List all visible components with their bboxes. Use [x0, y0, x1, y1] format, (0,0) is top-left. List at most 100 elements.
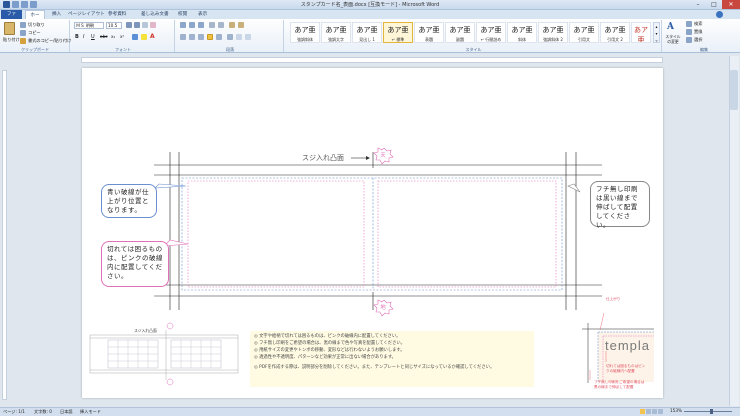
increase-indent-icon[interactable] [218, 22, 224, 28]
font-size-select[interactable]: 10.5 [106, 22, 122, 29]
format-painter-button[interactable]: 書式のコピー/貼り付け [28, 38, 71, 44]
borders-icon[interactable] [245, 34, 251, 40]
clear-format-icon[interactable] [150, 22, 156, 28]
style-title[interactable]: あア亜 表題 [414, 22, 444, 43]
format-painter-icon[interactable] [20, 38, 26, 44]
underline-button[interactable]: U [91, 34, 95, 40]
styles-scroll[interactable]: ▴ ▾ ▿ [653, 22, 660, 43]
style-normal[interactable]: あア亜 ↵ 標準 [383, 22, 413, 43]
bullets-icon[interactable] [180, 22, 186, 28]
tab-references[interactable]: 参考資料 [104, 10, 130, 19]
change-styles-icon[interactable]: A [667, 22, 677, 33]
align-center-icon[interactable] [189, 34, 195, 40]
replace-icon[interactable] [686, 29, 692, 35]
tab-file[interactable]: ファイル [1, 10, 22, 26]
tab-review[interactable]: 校閲 [174, 10, 191, 19]
align-right-icon[interactable] [198, 34, 204, 40]
cut-icon[interactable] [20, 22, 26, 28]
line-spacing-icon[interactable] [227, 34, 233, 40]
thumbnail-label: スジ入れ凸面 [134, 328, 157, 333]
highlight-icon[interactable] [141, 34, 147, 40]
change-case-icon[interactable] [142, 22, 148, 28]
multilevel-list-icon[interactable] [198, 22, 204, 28]
window-title: スタンプカード名_表面.docx [互換モード] - Microsoft Wor… [300, 2, 440, 8]
decrease-indent-icon[interactable] [209, 22, 215, 28]
numbering-icon[interactable] [189, 22, 195, 28]
find-button[interactable]: 検索 [694, 21, 702, 27]
tip-text: 透過性や不透明度、パターンなど効果が正常に出ない場合があります。 [259, 355, 396, 360]
style-name: 副題 [456, 37, 464, 42]
font-group-label: フォント [115, 47, 131, 52]
style-sample: あア亜 [511, 26, 533, 34]
subscript-button[interactable]: x₂ [111, 34, 115, 39]
font-name-select[interactable]: ＭＳ 明朝 [74, 22, 104, 29]
select-icon[interactable] [686, 37, 692, 43]
zoom-slider-thumb[interactable] [710, 409, 713, 414]
view-buttons[interactable] [640, 409, 668, 414]
copy-icon[interactable] [20, 30, 26, 36]
style-sample: あア亜 [542, 26, 564, 34]
note-safe-area: 切れては困るものは、ピンクの破線内に配置してください。 [101, 241, 169, 287]
tab-insert[interactable]: 挿入 [48, 10, 65, 19]
distributed-icon[interactable] [216, 34, 222, 40]
tab-page-layout[interactable]: ページレイアウト [64, 10, 109, 19]
zoom-slider[interactable] [684, 411, 732, 412]
copy-button[interactable]: コピー [28, 30, 41, 36]
scrollbar-thumb[interactable] [730, 70, 738, 110]
style-sample: あア亜 [356, 26, 378, 34]
status-word-count[interactable]: 文字数: 0 [34, 409, 52, 415]
style-emphasis[interactable]: あア亜 強調斜体 [290, 22, 320, 43]
change-styles-button[interactable]: スタイルの変更 [664, 34, 682, 44]
find-icon[interactable] [686, 21, 692, 27]
tip-text: 用紙サイズの変更やトンボの移動、変形などは行わないようお願いします。 [259, 348, 405, 353]
style-sample: あア亜 [387, 26, 409, 34]
style-sample: あア亜 [634, 26, 648, 43]
paste-button[interactable]: 貼り付け [3, 37, 20, 43]
tip-item: ◎ PDFを作成する際は、説明部分を削除してください。また、テンプレートと同じサ… [254, 365, 495, 370]
select-button[interactable]: 選択 [694, 37, 702, 43]
horizontal-ruler[interactable] [81, 57, 663, 63]
status-language[interactable]: 日本語 [60, 409, 73, 415]
font-color-button[interactable]: A [150, 33, 155, 40]
vertical-ruler[interactable] [2, 70, 7, 400]
style-quote[interactable]: あア亜 引用文 [569, 22, 599, 43]
grow-font-icon[interactable] [126, 22, 132, 28]
align-left-icon[interactable] [180, 34, 186, 40]
justify-icon[interactable] [207, 34, 213, 40]
editing-group-label: 編集 [700, 47, 708, 52]
shading-icon[interactable] [236, 34, 242, 40]
style-reference[interactable]: あア亜参照 [631, 22, 651, 43]
status-page[interactable]: ページ: 1/1 [3, 409, 25, 415]
replace-button[interactable]: 置換 [694, 29, 702, 35]
style-subtitle[interactable]: あア亜 副題 [445, 22, 475, 43]
sort-icon[interactable] [229, 22, 235, 28]
style-sample: あア亜 [418, 26, 440, 34]
tab-view[interactable]: 表示 [194, 10, 211, 19]
cut-button[interactable]: 切り取り [28, 22, 45, 28]
style-sample: あア亜 [604, 26, 626, 34]
maximize-button[interactable]: □ [706, 0, 722, 9]
help-icon[interactable] [716, 11, 723, 18]
style-strong[interactable]: あア亜 強調太字 [321, 22, 351, 43]
style-italic[interactable]: あア亜 斜体 [507, 22, 537, 43]
tab-home[interactable]: ホーム [25, 10, 45, 27]
shrink-font-icon[interactable] [134, 22, 140, 28]
bold-button[interactable]: B [75, 34, 79, 40]
zoom-level[interactable]: 153% [670, 408, 682, 413]
show-marks-icon[interactable] [238, 22, 244, 28]
superscript-button[interactable]: x² [120, 34, 124, 39]
text-effects-icon[interactable] [132, 34, 138, 40]
italic-button[interactable]: I [83, 34, 84, 40]
style-quote-2[interactable]: あア亜 引用文 2 [600, 22, 630, 43]
tip-text: 文字や絵柄で切れては困るものは、ピンクの破線内に配置してください。 [259, 334, 401, 339]
style-heading-1[interactable]: あア亜 見出し 1 [352, 22, 382, 43]
status-insert-mode[interactable]: 挿入モード [80, 409, 101, 415]
style-no-spacing[interactable]: あア亜 ↵ 行間詰め [476, 22, 506, 43]
style-name: 強調太字 [328, 37, 344, 42]
close-button[interactable]: ✕ [722, 0, 740, 9]
tab-mailings[interactable]: 差し込み文書 [137, 10, 173, 19]
paste-icon[interactable] [4, 22, 15, 35]
style-emphasis-2[interactable]: あア亜 強調斜体 2 [538, 22, 568, 43]
strikethrough-button[interactable]: abc [100, 34, 108, 39]
minimize-button[interactable]: – [690, 0, 706, 9]
